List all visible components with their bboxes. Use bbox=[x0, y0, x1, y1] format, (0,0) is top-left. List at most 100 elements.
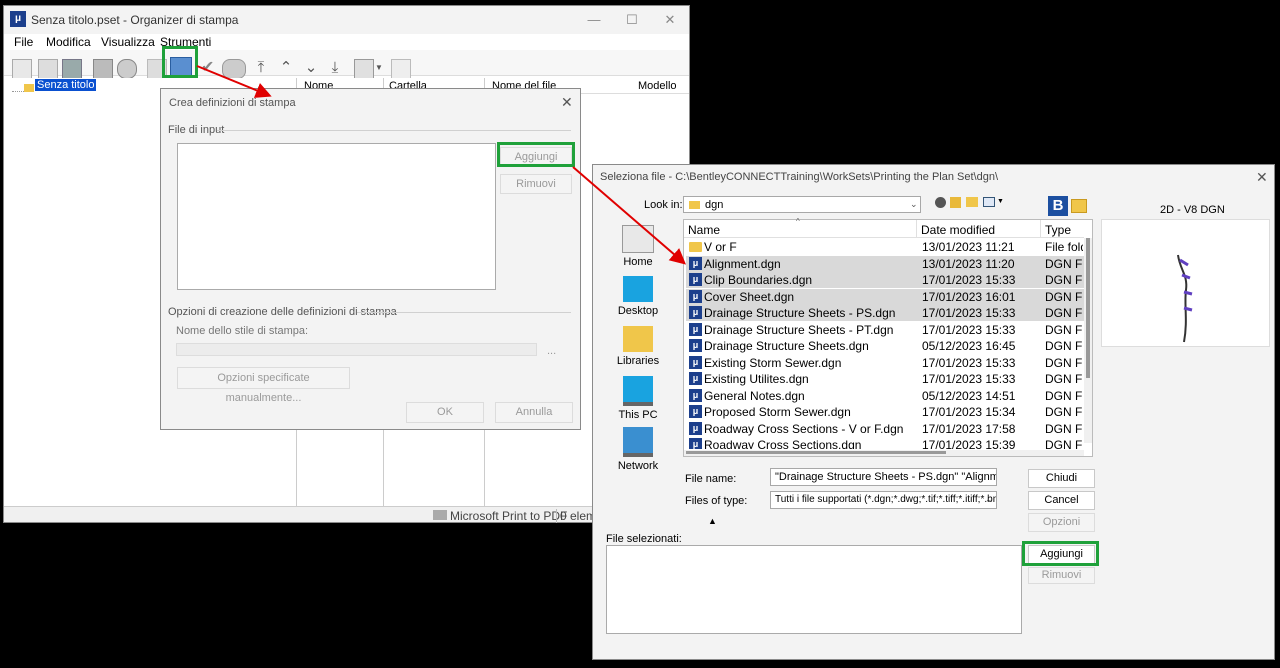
horizontal-scroll-thumb[interactable] bbox=[686, 451, 946, 454]
place-libraries[interactable]: Libraries bbox=[608, 326, 668, 367]
remove-button[interactable]: Rimuovi bbox=[1028, 567, 1095, 584]
selected-files-list[interactable] bbox=[606, 545, 1022, 634]
file-row[interactable]: μ Proposed Storm Sewer.dgn 17/01/2023 15:3… bbox=[686, 404, 1084, 420]
highlight-crea-add bbox=[497, 142, 575, 167]
folder-icon bbox=[689, 242, 702, 252]
horizontal-scrollbar[interactable] bbox=[684, 450, 1084, 456]
file-row[interactable]: V or F 13/01/2023 11:21 File fold bbox=[686, 239, 1084, 255]
file-type: DGN File bbox=[1045, 273, 1083, 287]
organizer-titlebar: μ Senza titolo.pset - Organizer di stamp… bbox=[4, 6, 689, 34]
files-type-select[interactable]: Tutti i file supportati (*.dgn;*.dwg;*.t… bbox=[770, 491, 997, 509]
properties-icon[interactable] bbox=[222, 59, 246, 79]
place-desktop[interactable]: Desktop bbox=[608, 276, 668, 317]
file-row[interactable]: μ Drainage Structure Sheets - PT.dgn 17/01… bbox=[686, 322, 1084, 338]
col-type[interactable]: Type bbox=[1045, 223, 1071, 237]
col-date-modified[interactable]: Date modified bbox=[921, 223, 995, 237]
file-row[interactable]: μ Roadway Cross Sections - V or F.dgn 17/0… bbox=[686, 421, 1084, 437]
menu-file[interactable]: File bbox=[14, 35, 33, 49]
file-name: Existing Storm Sewer.dgn bbox=[704, 355, 842, 370]
bentley-b-icon[interactable]: B bbox=[1048, 196, 1068, 216]
close-button[interactable]: Chiudi bbox=[1028, 469, 1095, 488]
place-home[interactable]: Home bbox=[608, 225, 668, 268]
file-row[interactable]: μ Drainage Structure Sheets - PS.dgn 17/01… bbox=[686, 305, 1084, 321]
move-bottom-icon[interactable]: ⤓ bbox=[326, 59, 344, 77]
file-date: 17/01/2023 15:33 bbox=[922, 306, 1016, 320]
new-folder-icon[interactable] bbox=[966, 197, 978, 207]
crea-close-icon[interactable]: ✕ bbox=[561, 94, 573, 111]
view-menu-arrow-icon[interactable]: ▼ bbox=[997, 198, 1004, 205]
vertical-scroll-thumb[interactable] bbox=[1086, 238, 1090, 378]
col-divider bbox=[1040, 220, 1041, 238]
vertical-scrollbar[interactable] bbox=[1084, 238, 1092, 443]
favorite-folder-icon[interactable] bbox=[1071, 199, 1087, 213]
crea-ok-button[interactable]: OK bbox=[406, 402, 484, 423]
cancel-button[interactable]: Cancel bbox=[1028, 491, 1095, 510]
menu-visualizza[interactable]: Visualizza bbox=[101, 35, 155, 49]
seleziona-close-icon[interactable]: ✕ bbox=[1256, 169, 1268, 186]
style-field[interactable] bbox=[176, 343, 537, 356]
file-name: Existing Utilites.dgn bbox=[704, 372, 809, 386]
app-icon: μ bbox=[10, 11, 26, 27]
input-file-list[interactable] bbox=[177, 143, 496, 290]
preview-title: 2D - V8 DGN bbox=[1160, 204, 1225, 216]
file-date: 17/01/2023 16:01 bbox=[922, 289, 1016, 304]
file-name: Cover Sheet.dgn bbox=[704, 289, 795, 304]
dgn-file-icon: μ bbox=[689, 355, 702, 369]
manual-options-button[interactable]: Opzioni specificate manualmente... bbox=[177, 367, 350, 404]
file-type: DGN File bbox=[1045, 355, 1083, 370]
place-network[interactable]: Network bbox=[608, 427, 668, 472]
tree-root-item[interactable]: Senza titolo bbox=[35, 79, 97, 91]
file-name: V or F bbox=[704, 240, 737, 254]
look-in-select[interactable]: dgn ⌄ bbox=[683, 196, 921, 213]
move-down-icon[interactable]: ⌄ bbox=[302, 59, 320, 77]
file-name-input[interactable]: "Drainage Structure Sheets - PS.dgn" "Al… bbox=[770, 468, 997, 486]
file-name: Roadway Cross Sections.dgn bbox=[704, 438, 862, 449]
crea-remove-button[interactable]: Rimuovi bbox=[500, 174, 572, 194]
preview-pane bbox=[1101, 219, 1270, 347]
selected-files-label: File selezionati: bbox=[606, 533, 682, 545]
printer-icon bbox=[433, 510, 447, 520]
file-name: Clip Boundaries.dgn bbox=[704, 273, 813, 287]
file-row[interactable]: μCover Sheet.dgn 17/01/2023 16:01 DGN File bbox=[686, 288, 1084, 305]
dgn-file-icon: μ bbox=[689, 405, 702, 418]
style-browse-button[interactable]: ... bbox=[547, 345, 556, 357]
crea-dialog: Crea definizioni di stampa ✕ File di inp… bbox=[160, 88, 581, 430]
upload-icon[interactable] bbox=[391, 59, 411, 79]
tree-folder-icon bbox=[24, 84, 34, 92]
col-modello[interactable]: Modello bbox=[638, 80, 677, 92]
move-up-icon[interactable]: ⌃ bbox=[277, 59, 295, 77]
dropdown-arrow-icon[interactable]: ▼ bbox=[375, 59, 383, 77]
preview-icon[interactable] bbox=[117, 59, 137, 79]
dgn-file-icon: μ bbox=[689, 256, 702, 270]
maximize-icon[interactable]: ☐ bbox=[624, 12, 640, 28]
file-row[interactable]: μ Existing Storm Sewer.dgn 17/01/2023 15:3… bbox=[686, 355, 1084, 371]
print-icon[interactable] bbox=[93, 59, 113, 79]
minimize-icon[interactable]: — bbox=[586, 12, 602, 28]
open-icon[interactable] bbox=[38, 59, 58, 79]
menu-modifica[interactable]: Modifica bbox=[46, 35, 91, 49]
check-icon[interactable]: ✔ bbox=[201, 59, 219, 77]
back-icon[interactable] bbox=[935, 197, 946, 208]
place-this-pc[interactable]: This PC bbox=[608, 376, 668, 421]
move-top-icon[interactable]: ⤒ bbox=[252, 59, 270, 77]
up-folder-icon[interactable] bbox=[950, 197, 961, 208]
file-row[interactable]: μ Roadway Cross Sections.dgn 17/01/2023 15… bbox=[686, 437, 1084, 449]
save-icon[interactable] bbox=[62, 59, 82, 79]
view-options-icon[interactable] bbox=[354, 59, 374, 79]
file-row[interactable]: μ Clip Boundaries.dgn 17/01/2023 15:33 DGN … bbox=[686, 272, 1084, 288]
file-row[interactable]: μ Existing Utilites.dgn 17/01/2023 15:33 DG… bbox=[686, 371, 1084, 387]
input-group-label: File di input bbox=[168, 124, 225, 136]
new-file-icon[interactable] bbox=[12, 59, 32, 79]
options-button[interactable]: Opzioni bbox=[1028, 513, 1095, 532]
expand-up-icon[interactable]: ▲ bbox=[708, 516, 717, 526]
file-row[interactable]: μGeneral Notes.dgn 05/12/2023 14:51 DGN Fi… bbox=[686, 388, 1084, 404]
close-icon[interactable]: ✕ bbox=[662, 12, 678, 28]
file-name: General Notes.dgn bbox=[704, 388, 805, 403]
file-date: 13/01/2023 11:20 bbox=[922, 256, 1015, 271]
col-name[interactable]: Name bbox=[688, 223, 720, 237]
view-menu-icon[interactable] bbox=[983, 197, 995, 207]
crea-cancel-button[interactable]: Annulla bbox=[495, 402, 573, 423]
file-row[interactable]: μAlignment.dgn 13/01/2023 11:20 DGN File bbox=[686, 255, 1084, 272]
dgn-file-icon: μ bbox=[689, 306, 702, 319]
file-row[interactable]: μ Drainage Structure Sheets.dgn 05/12/2023… bbox=[686, 338, 1084, 354]
